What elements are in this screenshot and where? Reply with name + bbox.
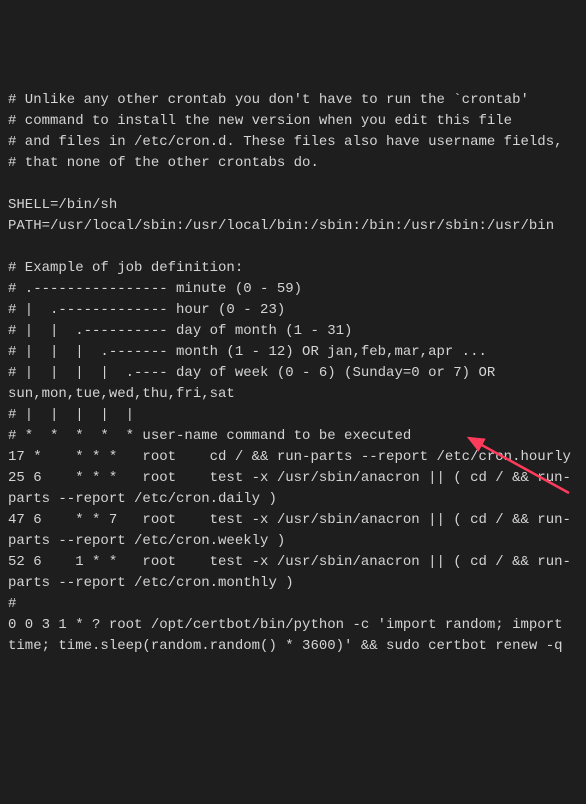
comment-line: # | | .---------- day of month (1 - 31) [8, 323, 352, 339]
comment-line: # Unlike any other crontab you don't hav… [8, 92, 529, 108]
cron-entry-monthly: 52 6 1 * * root test -x /usr/sbin/anacro… [8, 554, 571, 591]
path-var-line: PATH=/usr/local/sbin:/usr/local/bin:/sbi… [8, 218, 554, 234]
comment-line: # [8, 596, 16, 612]
comment-line: # * * * * * user-name command to be exec… [8, 428, 411, 444]
comment-line: # | .------------- hour (0 - 23) [8, 302, 285, 318]
shell-var-line: SHELL=/bin/sh [8, 197, 117, 213]
cron-entry-daily: 25 6 * * * root test -x /usr/sbin/anacro… [8, 470, 571, 507]
comment-line: # and files in /etc/cron.d. These files … [8, 134, 563, 150]
cron-entry-weekly: 47 6 * * 7 root test -x /usr/sbin/anacro… [8, 512, 571, 549]
cron-entry-hourly: 17 * * * * root cd / && run-parts --repo… [8, 449, 571, 465]
comment-line: # | | | | .---- day of week (0 - 6) (Sun… [8, 365, 504, 402]
comment-line: # | | | | | [8, 407, 134, 423]
crontab-file-content[interactable]: # Unlike any other crontab you don't hav… [8, 90, 578, 657]
comment-line: # that none of the other crontabs do. [8, 155, 319, 171]
comment-line: # .---------------- minute (0 - 59) [8, 281, 302, 297]
comment-line: # | | | .------- month (1 - 12) OR jan,f… [8, 344, 487, 360]
cron-entry-certbot: 0 0 3 1 * ? root /opt/certbot/bin/python… [8, 617, 571, 654]
comment-line: # Example of job definition: [8, 260, 243, 276]
comment-line: # command to install the new version whe… [8, 113, 512, 129]
